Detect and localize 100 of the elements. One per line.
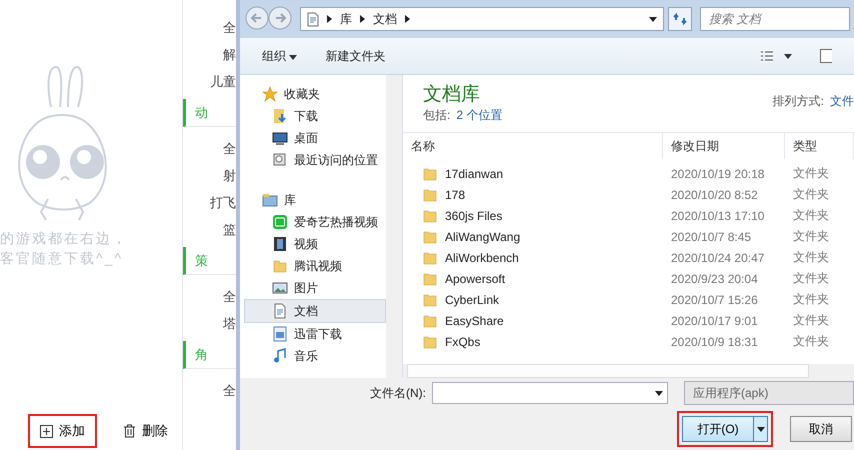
category-item[interactable]: 解 [223, 41, 236, 68]
star-icon [262, 86, 278, 102]
filename-field[interactable] [432, 382, 668, 404]
nav-item[interactable]: 桌面 [240, 127, 386, 149]
file-name[interactable]: Apowersoft [445, 272, 506, 286]
nav-item[interactable]: 音乐 [240, 345, 386, 367]
dropdown-arrow-icon[interactable] [649, 16, 657, 22]
type-cell-text: 文件夹 [792, 249, 830, 266]
type-cell-text: 文件夹 [792, 165, 830, 182]
date-cell-text: 2020/9/23 20:04 [670, 272, 759, 286]
arrange-dropdown[interactable]: 文件 [830, 93, 854, 110]
column-header[interactable]: 名称 [403, 133, 663, 159]
view-list-icon[interactable] [760, 50, 774, 62]
caret-icon [756, 426, 764, 432]
picture-icon [272, 280, 288, 296]
caret-icon [289, 54, 298, 60]
nav-item[interactable]: 爱奇艺热播视频 [240, 211, 386, 233]
monitor-icon [272, 130, 288, 146]
download-folder-icon [272, 108, 288, 124]
scrollbar[interactable] [386, 75, 402, 378]
cancel-button[interactable]: 取消 [790, 416, 852, 442]
file-name[interactable]: AliWangWang [445, 230, 520, 244]
nav-item[interactable]: 下载 [240, 105, 386, 127]
breadcrumb-item[interactable]: 库 [340, 10, 352, 28]
type-cell-text: 文件夹 [792, 270, 830, 287]
folder-icon [423, 292, 437, 306]
type-cell-text: 文件夹 [792, 186, 830, 203]
file-name[interactable]: FxQbs [445, 334, 480, 348]
folder-icon [272, 258, 288, 274]
folder-icon [423, 272, 437, 286]
document-icon [272, 303, 288, 319]
arrange-label: 排列方式: [772, 93, 824, 110]
video-app-icon [272, 214, 288, 230]
library-folder-icon [262, 192, 278, 208]
scrollbar[interactable] [407, 364, 809, 378]
category-item[interactable]: 射 [223, 162, 236, 189]
nav-item[interactable]: 图片 [240, 277, 386, 299]
category-item[interactable]: 篮 [223, 216, 236, 243]
file-name[interactable]: 17dianwan [445, 166, 504, 180]
file-name[interactable]: CyberLink [445, 292, 500, 306]
organize-menu[interactable]: 组织 [262, 48, 298, 64]
nav-item[interactable]: 最近访问的位置 [240, 149, 386, 171]
category-item[interactable]: 塔 [223, 310, 236, 337]
refresh-icon [673, 12, 687, 26]
date-cell-text: 2020/10/13 17:10 [670, 208, 766, 222]
refresh-button[interactable] [668, 7, 692, 31]
breadcrumb-item[interactable]: 文档 [373, 10, 397, 28]
date-cell-text: 2020/10/7 15:26 [670, 292, 759, 306]
file-name[interactable]: 360js Files [445, 208, 502, 222]
plus-icon [40, 424, 53, 438]
open-dropdown-button[interactable] [754, 416, 768, 442]
dropdown-arrow-icon[interactable] [655, 390, 663, 396]
address-bar[interactable]: 库 文档 [300, 7, 664, 31]
document-icon [307, 12, 319, 26]
chevron-right-icon[interactable] [405, 15, 410, 23]
category-item[interactable]: 全 [223, 135, 236, 162]
folder-icon [423, 314, 437, 328]
date-cell-text: 2020/10/7 8:45 [670, 230, 752, 244]
search-field[interactable]: 搜索 文档 [700, 7, 850, 31]
category-item[interactable]: 打飞 [210, 189, 236, 216]
new-folder-button[interactable]: 新建文件夹 [325, 48, 386, 64]
nav-item[interactable]: 迅雷下载 [240, 323, 386, 345]
category-item[interactable]: 全 [223, 14, 236, 41]
type-cell-text: 文件夹 [792, 207, 830, 224]
type-cell-text: 文件夹 [792, 291, 830, 308]
type-cell-text: 文件夹 [792, 333, 830, 350]
file-name[interactable]: 178 [445, 188, 466, 202]
nav-item[interactable]: 视频 [240, 233, 386, 255]
recent-places-icon [272, 152, 288, 168]
folder-icon [423, 334, 437, 348]
library-title: 文档库 [423, 83, 481, 107]
chevron-right-icon[interactable] [327, 15, 332, 23]
action-button[interactable]: 添加 [28, 414, 97, 448]
preview-pane-icon[interactable] [820, 49, 832, 63]
nav-item[interactable]: 收藏夹 [240, 83, 386, 105]
file-type-dropdown[interactable]: 应用程序(apk) [684, 381, 854, 405]
column-header[interactable]: 类型 [785, 133, 854, 159]
nav-item[interactable]: 腾讯视频 [240, 255, 386, 277]
date-cell-text: 2020/10/24 20:47 [670, 250, 766, 264]
category-item[interactable]: 全 [223, 283, 236, 310]
dropdown-arrow-icon[interactable] [784, 54, 792, 58]
download-app-icon [272, 326, 288, 342]
file-name[interactable]: EasyShare [445, 314, 504, 328]
file-name[interactable]: AliWorkbench [445, 250, 519, 264]
includes-label: 包括: [423, 107, 450, 124]
folder-icon [423, 166, 437, 180]
open-button[interactable]: 打开(O) [682, 416, 754, 442]
column-header[interactable]: 修改日期 [663, 133, 785, 159]
nav-item[interactable]: 文档 [244, 299, 386, 323]
date-cell-text: 2020/10/20 8:52 [670, 188, 759, 202]
action-button[interactable]: 删除 [111, 414, 180, 448]
category-item[interactable]: 全 [223, 377, 236, 404]
category-item[interactable]: 儿童 [210, 68, 236, 95]
chevron-right-icon[interactable] [360, 15, 365, 23]
date-cell-text: 2020/10/9 18:31 [670, 334, 759, 348]
date-cell-text: 2020/10/19 20:18 [670, 166, 766, 180]
locations-link[interactable]: 2 个位置 [456, 107, 502, 124]
nav-item[interactable]: 库 [240, 189, 386, 211]
empty-message: 的游戏都在右边， [0, 230, 128, 248]
music-note-icon [272, 348, 288, 364]
